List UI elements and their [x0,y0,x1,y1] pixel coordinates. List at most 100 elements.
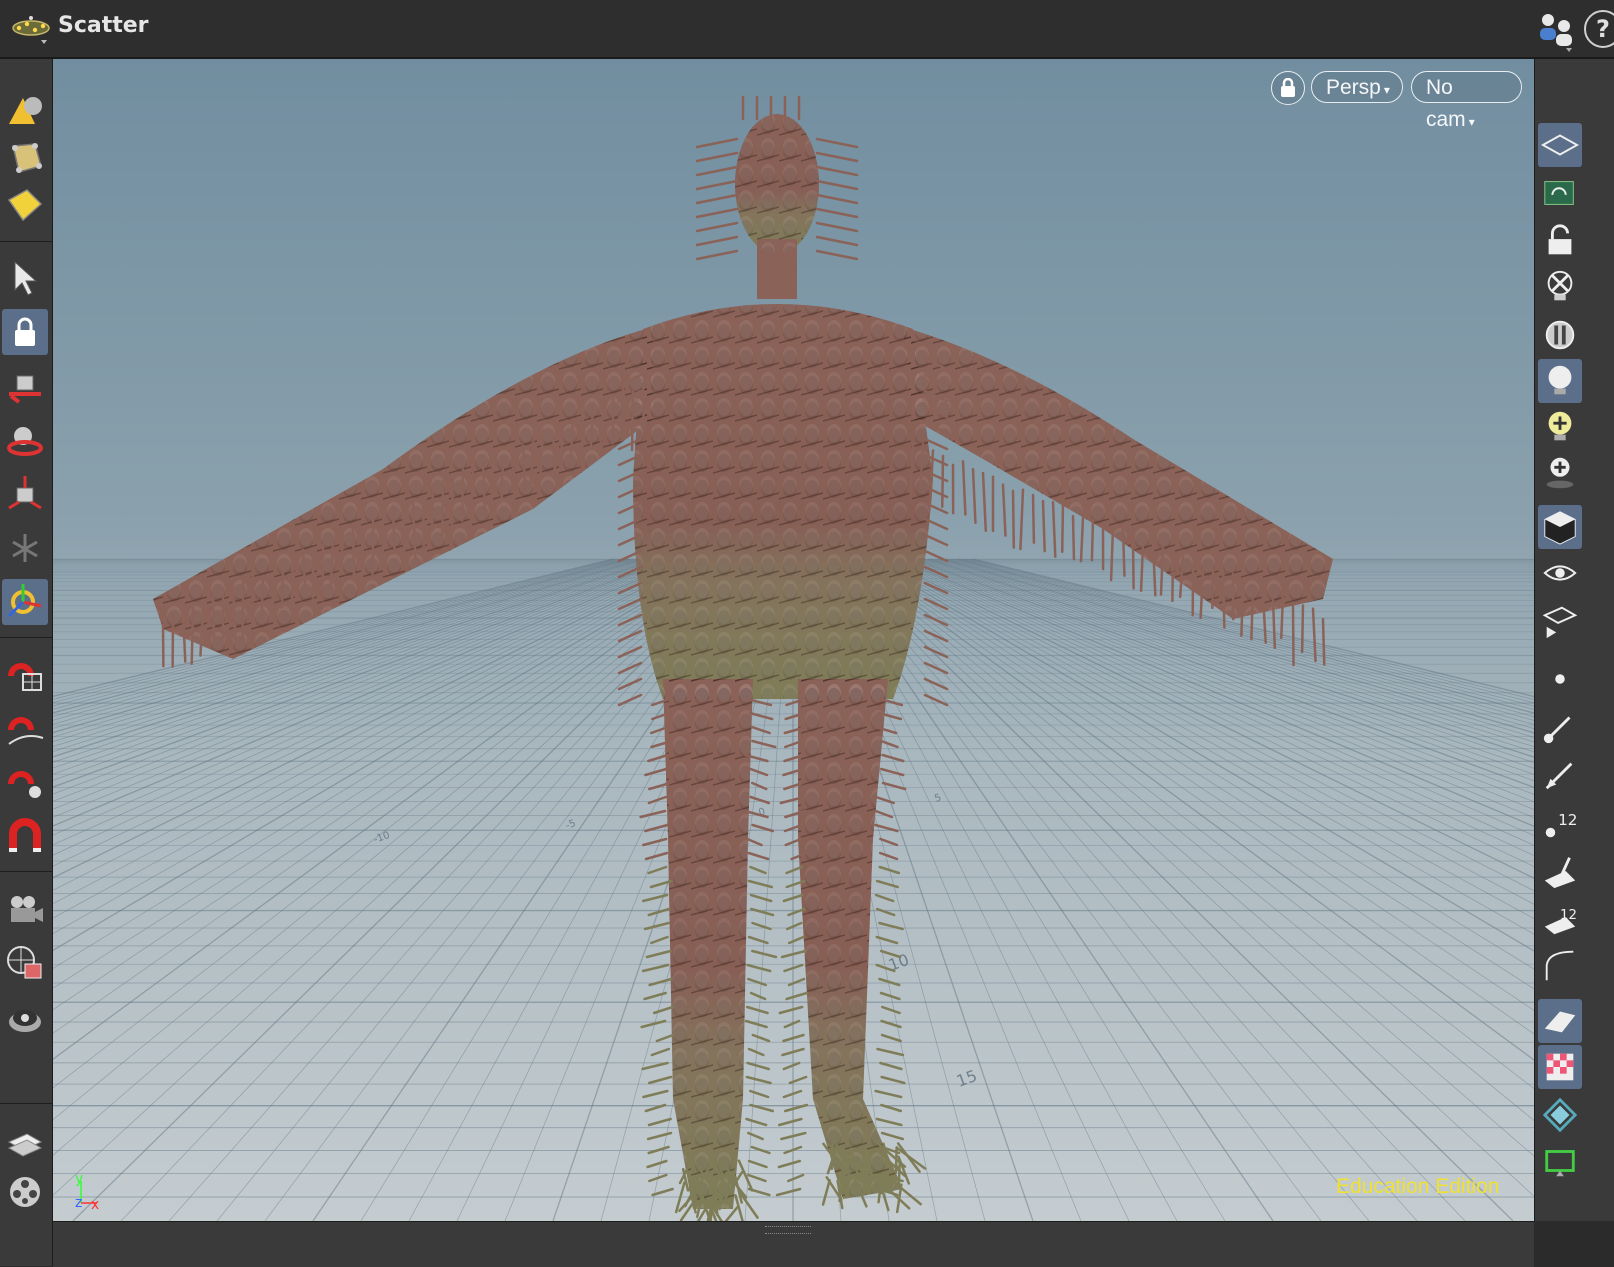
scale-handle-icon[interactable] [2,471,48,517]
spike [1281,595,1283,638]
spike [643,839,666,845]
add-light-icon[interactable] [1538,405,1582,449]
unlock-icon[interactable] [1538,219,1582,263]
snap-grid-icon[interactable] [2,651,48,697]
spike [752,783,766,789]
spike [752,923,770,929]
checker-icon[interactable] [1538,1045,1582,1089]
rotate-view-icon[interactable] [1538,171,1582,215]
brush-icon[interactable] [1538,705,1582,749]
spike [983,473,986,531]
users-icon[interactable] [1534,8,1578,52]
spike [1092,520,1093,560]
spike [619,631,641,641]
spike [647,951,671,957]
pose-icon[interactable] [2,525,48,571]
snap-curve-icon[interactable] [2,705,48,751]
spike [785,1147,801,1153]
shaded-cube-icon[interactable] [1538,505,1582,549]
eye-icon[interactable] [1538,551,1582,595]
snap-magnet-icon[interactable] [2,813,48,859]
help-icon[interactable]: ? [1584,10,1614,48]
scatter-points-icon[interactable] [2,135,48,181]
spike [817,195,857,203]
ghost-light-icon[interactable] [1538,265,1582,309]
curve-icon-glyph [1541,946,1579,984]
rotate-handle-icon[interactable] [2,417,48,463]
shading-icon[interactable] [1538,313,1582,357]
spike [817,139,857,147]
spike [749,1161,766,1167]
wireframe-icon[interactable] [1538,123,1582,167]
normal-icon[interactable] [1538,849,1582,893]
spike [879,979,899,985]
spike [642,1021,665,1027]
scatter-node-icon[interactable] [10,12,52,48]
spike [784,1091,801,1097]
spike [746,1119,766,1125]
scattered-figure-geometry [53,59,1534,1221]
spike [876,811,892,817]
point-icon[interactable] [1538,657,1582,701]
spike [1302,606,1303,652]
numbered-plane-icon[interactable]: 12 [1538,897,1582,941]
create-geometry-icon[interactable] [2,87,48,133]
spike [619,615,641,625]
spike [697,181,737,189]
spike [881,993,899,999]
spike [502,458,503,498]
numbered-plane-icon-glyph: 12 [1541,900,1579,938]
curve-icon[interactable] [1538,943,1582,987]
spike [1013,491,1014,548]
spike [649,909,669,915]
scene-viewport[interactable]: 1015-10-505 [53,59,1534,1221]
film-icon[interactable] [2,1167,48,1213]
spike [423,496,424,547]
spike [403,502,405,559]
viewport-lock-button[interactable] [1271,71,1305,105]
help-label: ? [1596,15,1610,43]
spike [654,1007,672,1013]
snap-point-icon[interactable] [2,759,48,805]
box-select-icon[interactable] [2,183,48,229]
spike [882,1133,903,1139]
spike [925,695,947,705]
transform-handle-icon[interactable] [2,579,48,625]
frame-icon[interactable] [1538,1139,1582,1183]
spike [784,1063,799,1069]
spike [925,615,947,625]
perspective-menu-button[interactable]: Persp▾ [1311,71,1403,103]
pen-icon[interactable] [1538,753,1582,797]
spike [881,951,900,957]
spike [652,1049,669,1055]
spike [1313,609,1316,661]
lock-icon[interactable] [2,309,48,355]
surface-icon[interactable] [1538,999,1582,1043]
spike [876,1091,901,1097]
lens-icon[interactable] [2,993,48,1039]
spike [649,867,666,873]
spot-light-icon[interactable] [1538,451,1582,495]
spike [879,923,902,929]
spike [748,1063,769,1069]
layers-icon[interactable] [2,1117,48,1163]
select-arrow-icon[interactable] [2,255,48,301]
resize-grip[interactable] [765,1226,811,1234]
spike [650,979,672,985]
spike [963,461,965,514]
spike [1073,516,1074,559]
render-icon[interactable] [1538,599,1582,643]
spike [925,599,947,609]
point-number-icon[interactable]: 12 [1538,801,1582,845]
svg-text:12: 12 [1560,908,1577,923]
ghost-light-icon-glyph [1541,268,1579,306]
chevron-down-icon: ▾ [1384,83,1390,97]
camera-menu-button[interactable]: No cam▾ [1411,71,1522,103]
light-bulb-icon[interactable] [1538,359,1582,403]
move-handle-icon[interactable] [2,363,48,409]
display-options-icon[interactable] [2,939,48,985]
spike [925,551,947,561]
spike [925,647,947,657]
diamond-icon[interactable] [1538,1093,1582,1137]
camera-icon[interactable] [2,885,48,931]
